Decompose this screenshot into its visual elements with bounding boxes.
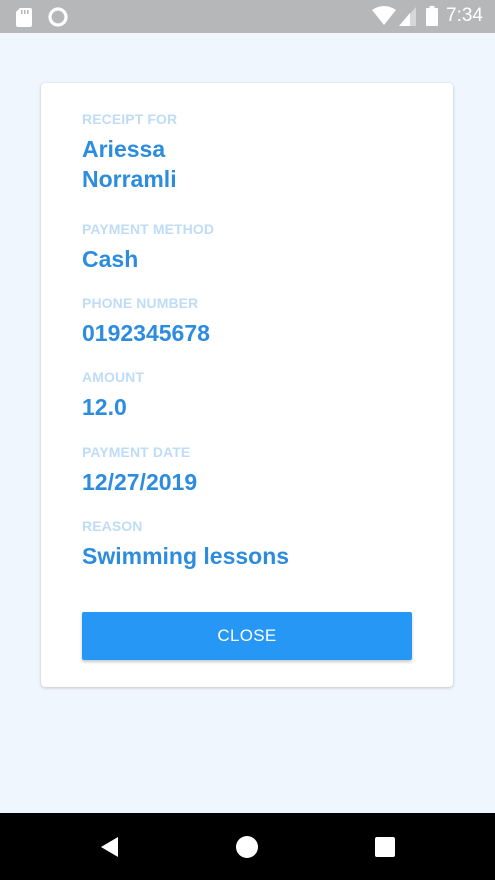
- phone-number-field: PHONE NUMBER 0192345678: [82, 295, 422, 348]
- payment-date-label: PAYMENT DATE: [82, 444, 191, 460]
- receipt-card: RECEIPT FOR Ariessa Norramli PAYMENT MET…: [41, 83, 453, 687]
- wifi-icon: [372, 6, 397, 25]
- receipt-for-label: RECEIPT FOR: [82, 111, 178, 127]
- circle-icon: [48, 7, 68, 27]
- status-left-icons: [16, 7, 68, 27]
- status-bar: 7:34: [0, 0, 495, 33]
- reason-field: REASON Swimming lessons: [82, 518, 422, 571]
- amount-value: 12.0: [82, 394, 127, 420]
- back-icon[interactable]: [98, 835, 122, 859]
- payment-date-field: PAYMENT DATE 12/27/2019: [82, 444, 422, 497]
- amount-label: AMOUNT: [82, 369, 145, 385]
- receipt-for-field: RECEIPT FOR Ariessa Norramli: [82, 111, 422, 194]
- payment-method-field: PAYMENT METHOD Cash: [82, 221, 422, 274]
- amount-field: AMOUNT 12.0: [82, 369, 422, 422]
- reason-label: REASON: [82, 518, 143, 534]
- payment-method-value: Cash: [82, 246, 139, 272]
- sd-card-icon: [16, 7, 32, 27]
- status-right-icons: 7:34: [372, 6, 483, 26]
- payment-method-label: PAYMENT METHOD: [82, 221, 215, 237]
- reason-value: Swimming lessons: [82, 543, 290, 569]
- receipt-for-value: Ariessa Norramli: [82, 136, 177, 192]
- recents-icon[interactable]: [373, 835, 397, 859]
- home-icon[interactable]: [235, 835, 259, 859]
- status-time: 7:34: [446, 5, 483, 26]
- payment-date-value: 12/27/2019: [82, 469, 198, 495]
- navigation-bar: [0, 813, 495, 880]
- signal-icon: [399, 6, 417, 26]
- phone-number-value: 0192345678: [82, 320, 210, 346]
- close-button[interactable]: CLOSE: [82, 612, 412, 660]
- battery-icon: [426, 6, 439, 26]
- phone-number-label: PHONE NUMBER: [82, 295, 199, 311]
